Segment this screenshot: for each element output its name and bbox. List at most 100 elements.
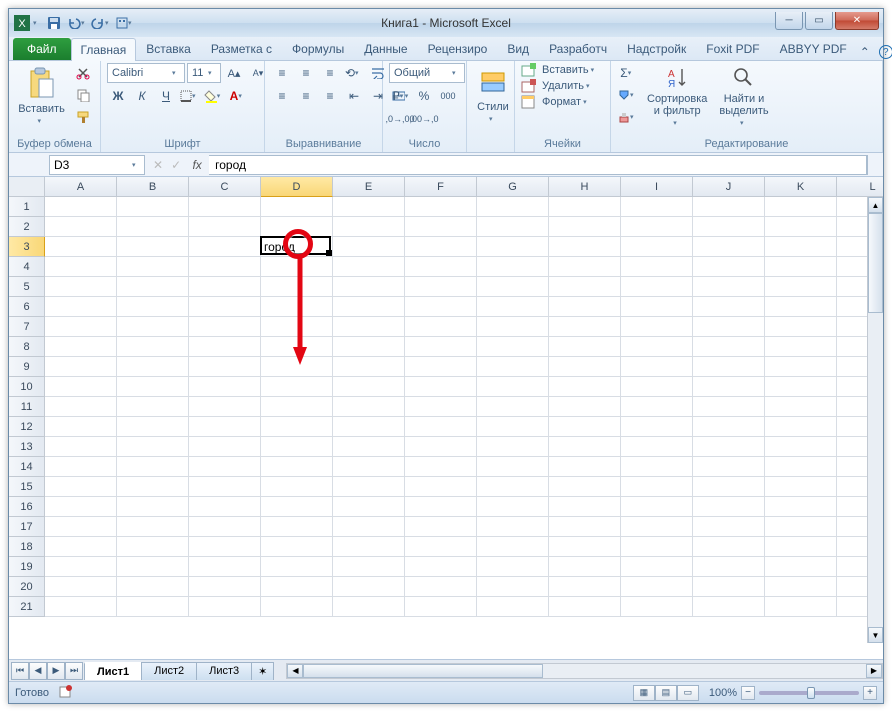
cell[interactable] [189,497,261,517]
formula-expand-icon[interactable] [867,155,883,175]
cell[interactable] [189,437,261,457]
column-header[interactable]: E [333,177,405,197]
cell[interactable] [405,277,477,297]
ribbon-tab-4[interactable]: Данные [354,37,417,60]
cell[interactable] [837,217,867,237]
vertical-scrollbar[interactable]: ▲ ▼ [867,197,883,643]
cell[interactable] [693,317,765,337]
cell[interactable] [333,477,405,497]
scroll-up-icon[interactable]: ▲ [868,197,883,213]
new-sheet-button[interactable]: ✶ [251,662,274,680]
row-header[interactable]: 15 [9,477,45,497]
save-button[interactable] [43,13,65,33]
enter-formula-icon[interactable]: ✓ [167,158,185,172]
cell[interactable] [477,417,549,437]
cell[interactable] [765,257,837,277]
column-header[interactable]: B [117,177,189,197]
row-header[interactable]: 5 [9,277,45,297]
cell[interactable] [189,537,261,557]
cell[interactable] [477,497,549,517]
zoom-thumb[interactable] [807,687,815,699]
cell[interactable] [693,237,765,257]
sheet-nav-prev[interactable]: ◀ [29,662,47,680]
cell[interactable] [117,217,189,237]
cell[interactable] [621,397,693,417]
cut-button[interactable] [72,63,94,83]
cell[interactable] [693,537,765,557]
cell[interactable] [45,577,117,597]
cell[interactable] [837,197,867,217]
cell[interactable] [765,597,837,617]
cell[interactable] [837,437,867,457]
cell[interactable] [333,337,405,357]
column-header[interactable]: K [765,177,837,197]
cell[interactable] [693,457,765,477]
cell[interactable] [765,357,837,377]
cell[interactable] [549,337,621,357]
sheet-tab[interactable]: Лист1 [84,662,142,680]
maximize-button[interactable]: ▭ [805,12,833,30]
cell[interactable] [405,357,477,377]
cell[interactable] [765,457,837,477]
column-header[interactable]: L [837,177,883,197]
cell[interactable] [333,397,405,417]
cell[interactable] [189,577,261,597]
sheet-nav-next[interactable]: ▶ [47,662,65,680]
cell[interactable] [45,277,117,297]
cell[interactable] [405,297,477,317]
cell[interactable] [45,317,117,337]
cell[interactable] [693,257,765,277]
cell[interactable] [477,437,549,457]
cell[interactable] [117,457,189,477]
cell[interactable] [837,397,867,417]
cell[interactable] [477,277,549,297]
cell[interactable] [549,237,621,257]
cell[interactable] [837,277,867,297]
file-tab[interactable]: Файл [13,38,71,60]
cell[interactable] [117,577,189,597]
cell[interactable] [621,437,693,457]
cell[interactable] [765,237,837,257]
row-header[interactable]: 17 [9,517,45,537]
cell[interactable] [117,597,189,617]
ribbon-tab-3[interactable]: Формулы [282,37,354,60]
cell[interactable] [621,197,693,217]
font-color-button[interactable]: A▾ [227,86,249,106]
cell[interactable] [837,577,867,597]
cell[interactable] [189,257,261,277]
cell[interactable] [189,237,261,257]
cell[interactable] [693,417,765,437]
qat-customize[interactable]: ▾ [115,13,137,33]
cell[interactable] [477,477,549,497]
cell[interactable] [765,497,837,517]
underline-button[interactable]: Ч [155,86,177,106]
ribbon-tab-6[interactable]: Вид [497,37,539,60]
cell[interactable] [621,257,693,277]
cell[interactable] [621,277,693,297]
cell[interactable] [837,417,867,437]
ribbon-tab-9[interactable]: Foxit PDF [696,37,769,60]
select-all-corner[interactable] [9,177,45,197]
cell[interactable] [45,397,117,417]
cell[interactable] [333,437,405,457]
cell[interactable] [549,277,621,297]
cell[interactable] [549,477,621,497]
sheet-nav-last[interactable]: ⏭ [65,662,83,680]
ribbon-tab-5[interactable]: Рецензиро [418,37,498,60]
ribbon-tab-8[interactable]: Надстройк [617,37,696,60]
row-header[interactable]: 10 [9,377,45,397]
align-left-button[interactable]: ≡ [271,86,293,106]
cell[interactable] [333,457,405,477]
row-header[interactable]: 6 [9,297,45,317]
cell[interactable] [405,497,477,517]
row-header[interactable]: 8 [9,337,45,357]
cell[interactable] [333,577,405,597]
cancel-formula-icon[interactable]: ✕ [149,158,167,172]
column-header[interactable]: G [477,177,549,197]
zoom-in-button[interactable]: + [863,686,877,700]
cell[interactable] [477,537,549,557]
cell[interactable] [549,457,621,477]
cell[interactable] [189,277,261,297]
cell[interactable] [477,217,549,237]
cell[interactable] [45,537,117,557]
